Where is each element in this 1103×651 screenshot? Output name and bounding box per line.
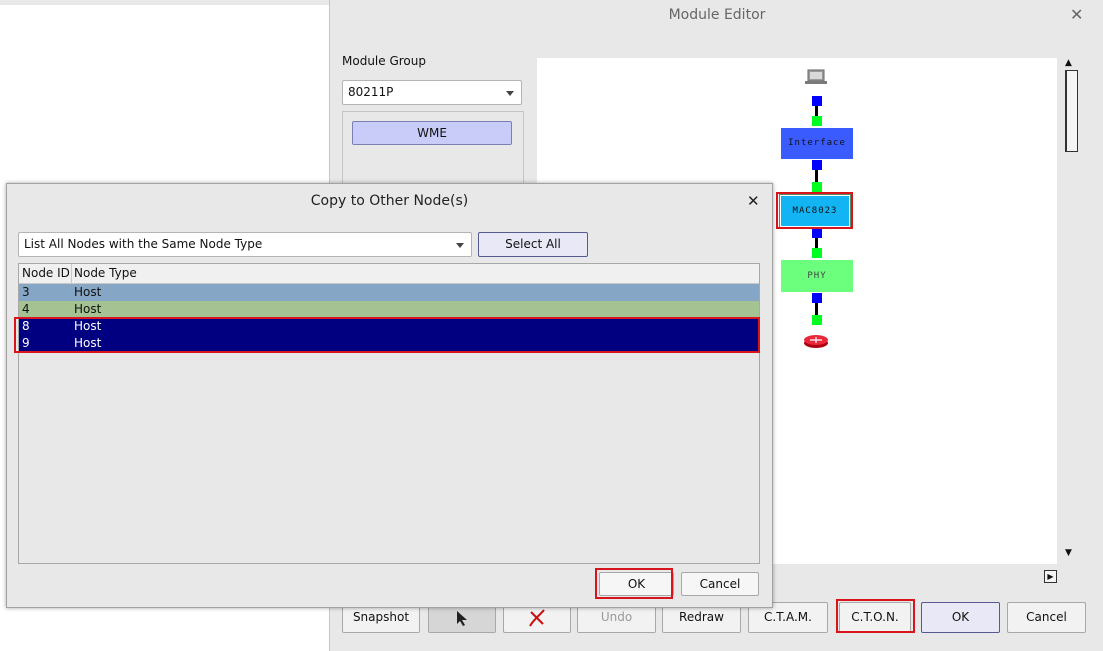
column-header-node-id[interactable]: Node ID	[22, 266, 70, 280]
link-line	[815, 170, 818, 182]
chevron-down-icon	[456, 243, 464, 248]
background-window-strip	[0, 0, 330, 5]
selected-rows-highlight	[14, 317, 760, 353]
chevron-down-icon	[506, 91, 514, 96]
dialog-cancel-button[interactable]: Cancel	[681, 572, 759, 596]
interface-module[interactable]: Interface	[781, 128, 853, 159]
node-filter-value: List All Nodes with the Same Node Type	[24, 237, 263, 251]
editor-ok-button[interactable]: OK	[921, 602, 1000, 633]
port-square	[812, 248, 822, 258]
node-id-cell: 4	[22, 302, 30, 316]
port-square	[812, 228, 822, 238]
port-square	[812, 182, 822, 192]
node-type-cell: Host	[74, 302, 102, 316]
port-square	[812, 160, 822, 170]
dialog-title: Copy to Other Node(s)	[310, 193, 469, 209]
table-header: Node ID Node Type	[19, 264, 759, 284]
computer-icon[interactable]	[803, 68, 829, 86]
port-square	[812, 293, 822, 303]
router-icon[interactable]	[802, 333, 830, 349]
module-group-value: 80211P	[348, 85, 394, 99]
table-row[interactable]: 4 Host	[19, 301, 759, 318]
window-title: Module Editor	[668, 7, 766, 23]
module-group-label: Module Group	[342, 54, 426, 68]
column-header-node-type[interactable]: Node Type	[74, 266, 137, 280]
scroll-up-icon[interactable]: ▲	[1065, 58, 1072, 68]
link-line	[815, 106, 818, 116]
module-group-panel: WME	[342, 111, 524, 188]
phy-module[interactable]: PHY	[781, 260, 853, 292]
editor-cancel-button[interactable]: Cancel	[1007, 602, 1086, 633]
close-icon[interactable]: ✕	[1070, 5, 1083, 24]
dialog-ok-highlight	[595, 568, 673, 599]
cton-highlight	[836, 599, 915, 633]
scroll-thumb[interactable]	[1065, 70, 1078, 152]
link-line	[815, 303, 818, 315]
node-filter-select[interactable]: List All Nodes with the Same Node Type	[18, 232, 472, 257]
column-separator	[71, 264, 72, 283]
select-all-button[interactable]: Select All	[478, 232, 588, 257]
scroll-down-icon[interactable]: ▼	[1065, 548, 1072, 558]
wme-button[interactable]: WME	[352, 121, 512, 145]
port-square	[812, 96, 822, 106]
table-row[interactable]: 3 Host	[19, 284, 759, 301]
module-editor-titlebar[interactable]: Module Editor ✕	[330, 0, 1103, 30]
close-icon[interactable]: ✕	[747, 192, 760, 210]
module-group-select[interactable]: 80211P	[342, 80, 522, 105]
cursor-arrow-icon	[457, 611, 467, 626]
port-square	[812, 116, 822, 126]
cut-link-icon	[529, 609, 545, 627]
vertical-scrollbar[interactable]: ▲ ▼	[1065, 58, 1078, 564]
node-table: Node ID Node Type 3 Host 4 Host 8 Host 9…	[18, 263, 760, 564]
node-type-cell: Host	[74, 285, 102, 299]
port-square	[812, 315, 822, 325]
copy-to-other-nodes-dialog: Copy to Other Node(s) ✕ List All Nodes w…	[6, 183, 773, 608]
node-id-cell: 3	[22, 285, 30, 299]
scroll-right-icon[interactable]: ▶	[1044, 570, 1057, 583]
mac-module-highlight	[776, 192, 853, 229]
